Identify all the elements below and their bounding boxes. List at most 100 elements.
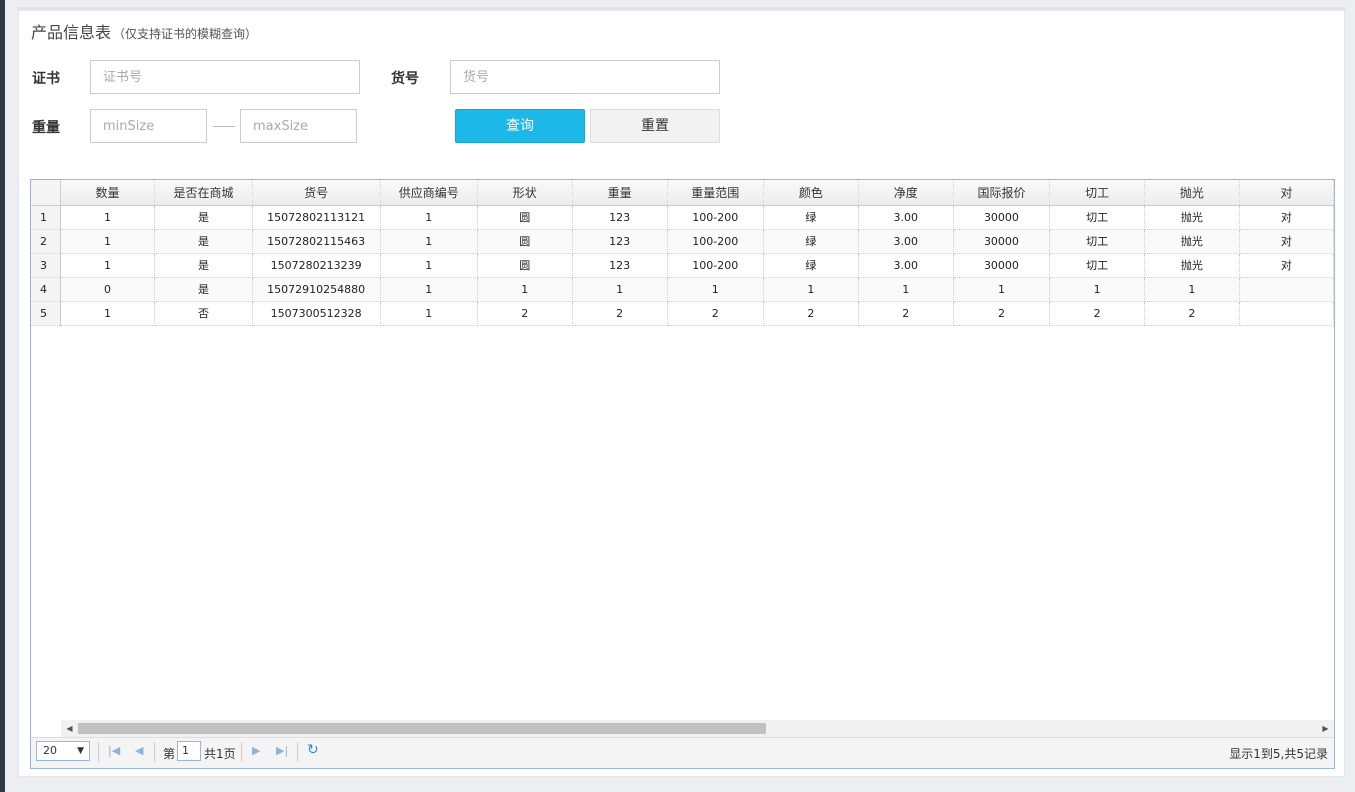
table-cell: 1 [953,277,1051,302]
table-cell: 15072802113121 [252,205,381,230]
column-header[interactable]: 重量范围 [667,180,765,206]
table-row[interactable]: 4 0 是 15072910254880 1 1 1 1 1 1 1 1 1 [31,277,1334,302]
reset-button[interactable]: 重置 [590,109,720,143]
table-row[interactable]: 2 1 是 15072802115463 1 圆 123 100-200 绿 3… [31,229,1334,254]
table-cell: 100-200 [667,253,765,278]
table-cell: 切工 [1049,229,1146,254]
column-header[interactable]: 形状 [477,180,573,206]
page-number-input[interactable]: 1 [177,741,201,761]
table-cell: 是 [154,205,253,230]
scroll-right-icon[interactable]: ▶ [1317,720,1334,737]
table-row[interactable]: 5 1 否 1507300512328 1 2 2 2 2 2 2 2 2 [31,301,1334,326]
table-cell: 圆 [477,229,573,254]
table-cell: 2 [858,301,954,326]
column-header[interactable]: 切工 [1049,180,1146,206]
table-cell: 是 [154,229,253,254]
scroll-left-icon[interactable]: ◀ [61,720,78,737]
table-cell: 3.00 [858,229,954,254]
product-datagrid: 数量 是否在商城 货号 供应商编号 形状 重量 重量范围 颜色 净度 国际报价 … [30,179,1335,769]
pagination-bar: 20 ▼ |◀ ◀ 第 1 共1页 ▶ ▶| ↻ 显示1到5,共5记录 [31,737,1334,768]
row-number-header [31,180,61,206]
page-total: 共1页 [204,747,236,761]
table-cell: 100-200 [667,205,765,230]
table-cell: 100-200 [667,229,765,254]
column-header[interactable]: 对 [1239,180,1334,206]
table-cell: 抛光 [1144,253,1240,278]
table-cell: 15072802115463 [252,229,381,254]
table-cell: 1 [858,277,954,302]
horizontal-scrollbar[interactable]: ◀ ▶ [61,720,1334,737]
pager-separator [297,742,298,762]
table-cell: 1 [1049,277,1146,302]
min-size-input[interactable] [90,109,207,143]
column-header[interactable]: 颜色 [763,180,859,206]
table-row[interactable]: 3 1 是 1507280213239 1 圆 123 100-200 绿 3.… [31,253,1334,278]
table-cell: 1 [60,205,156,230]
table-cell: 1 [763,277,859,302]
certificate-input[interactable] [90,60,360,94]
table-cell: 2 [667,301,765,326]
table-cell: 是 [154,253,253,278]
table-cell: 是 [154,277,253,302]
table-cell: 1 [60,301,156,326]
record-summary: 显示1到5,共5记录 [1229,747,1328,761]
pager-separator [154,742,155,762]
range-dash [213,126,235,127]
product-info-panel: 产品信息表（仅支持证书的模糊查询） 证书 货号 重量 查询 重置 数量 [18,10,1345,777]
table-cell: 30000 [953,229,1051,254]
table-cell: 2 [953,301,1051,326]
table-cell: 3.00 [858,253,954,278]
certificate-label: 证书 [32,71,60,87]
table-cell: 1 [380,229,478,254]
page-size-select[interactable]: 20 ▼ [36,741,90,761]
column-header[interactable]: 是否在商城 [154,180,253,206]
table-cell: 圆 [477,205,573,230]
product-table: 数量 是否在商城 货号 供应商编号 形状 重量 重量范围 颜色 净度 国际报价 … [31,180,1334,326]
table-cell [1239,277,1334,302]
column-header[interactable]: 抛光 [1144,180,1240,206]
table-cell [1239,301,1334,326]
column-header[interactable]: 国际报价 [953,180,1051,206]
table-cell: 123 [572,253,668,278]
page-subtitle: （仅支持证书的模糊查询） [113,27,258,41]
table-cell: 0 [60,277,156,302]
page-size-value: 20 [43,744,57,757]
datagrid-view: 数量 是否在商城 货号 供应商编号 形状 重量 重量范围 颜色 净度 国际报价 … [31,180,1334,720]
table-cell: 绿 [763,253,859,278]
table-cell: 1 [60,253,156,278]
table-cell: 30000 [953,205,1051,230]
page-title-text: 产品信息表 [31,23,112,42]
table-cell: 2 [1144,301,1240,326]
last-page-icon[interactable]: ▶| [276,744,288,757]
prev-page-icon[interactable]: ◀ [135,744,143,757]
table-cell: 1507280213239 [252,253,381,278]
table-cell: 3.00 [858,205,954,230]
table-cell: 切工 [1049,253,1146,278]
table-cell: 绿 [763,229,859,254]
table-cell: 123 [572,229,668,254]
row-number: 2 [31,229,61,254]
pager-separator [98,742,99,762]
column-header[interactable]: 货号 [252,180,381,206]
table-cell: 1 [1144,277,1240,302]
table-cell: 123 [572,205,668,230]
scrollbar-thumb[interactable] [78,723,766,734]
column-header[interactable]: 重量 [572,180,668,206]
table-cell: 1507300512328 [252,301,381,326]
item-no-input[interactable] [450,60,720,94]
pager-separator [241,742,242,762]
column-header[interactable]: 数量 [60,180,156,206]
first-page-icon[interactable]: |◀ [108,744,120,757]
query-button[interactable]: 查询 [455,109,585,143]
next-page-icon[interactable]: ▶ [252,744,260,757]
left-sidebar-edge [0,0,5,792]
max-size-input[interactable] [240,109,357,143]
table-row[interactable]: 1 1 是 15072802113121 1 圆 123 100-200 绿 3… [31,205,1334,230]
column-header[interactable]: 净度 [858,180,954,206]
refresh-icon[interactable]: ↻ [307,742,319,758]
column-header[interactable]: 供应商编号 [380,180,478,206]
table-cell: 1 [380,301,478,326]
table-cell: 2 [477,301,573,326]
weight-label: 重量 [32,120,60,136]
table-cell: 1 [572,277,668,302]
